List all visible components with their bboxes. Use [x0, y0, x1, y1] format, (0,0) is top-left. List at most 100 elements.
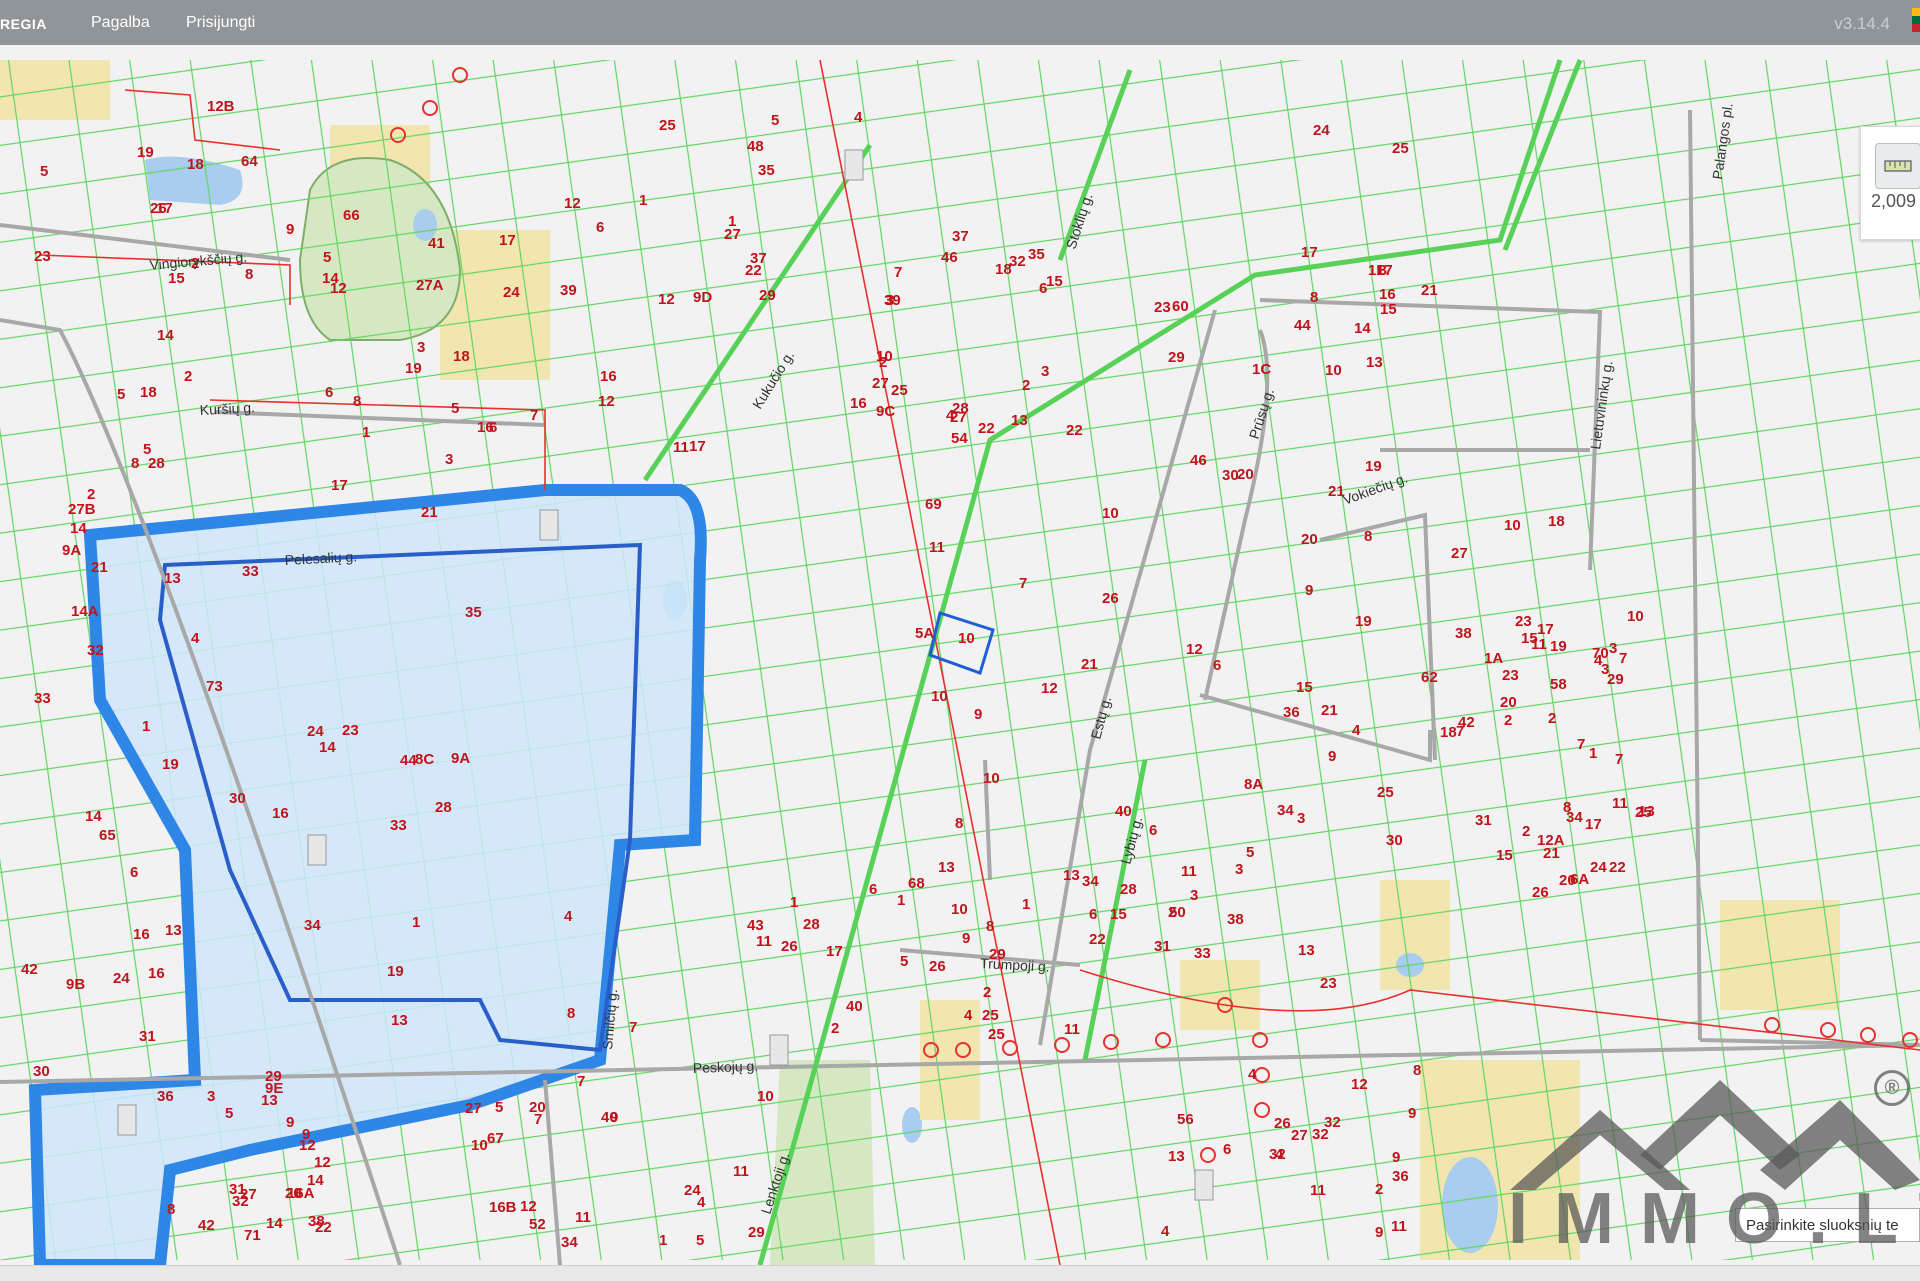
layer-select[interactable]: Pasirinkite sluoksnių te	[1735, 1208, 1920, 1242]
parcel-number: 17	[1301, 244, 1318, 261]
parcel-number: 4	[854, 109, 863, 126]
parcel-number: 11	[929, 539, 945, 556]
parcel-number: 9	[1392, 1149, 1400, 1166]
parcel-number: 21	[91, 559, 108, 576]
ruler-icon[interactable]	[1875, 143, 1920, 189]
parcel-number: 41	[428, 235, 445, 252]
parcel-number: 5	[495, 1099, 503, 1116]
parcel-number: 7	[1615, 751, 1623, 768]
parcel-number: 15	[1046, 273, 1063, 290]
parcel-number: 12	[658, 291, 675, 308]
parcel-number: 7	[1019, 575, 1027, 592]
substation-icon	[307, 834, 327, 866]
app-brand[interactable]: REGIA	[0, 16, 47, 32]
parcel-number: 19	[137, 144, 154, 161]
map-svg[interactable]: 10 14129D9C9A9B9E9102024222630322927B27A…	[0, 45, 1920, 1265]
substation-icon	[117, 1104, 137, 1136]
parcel-number: 58	[1550, 676, 1567, 693]
parcel-number: 5	[117, 386, 125, 403]
parcel-number: 5	[696, 1232, 704, 1249]
parcel-number: 28	[148, 455, 165, 472]
parcel-number: 6	[130, 864, 138, 881]
parcel-number: 30	[229, 790, 246, 807]
parcel-number: 11	[575, 1209, 591, 1226]
parcel-number: 4	[1248, 1066, 1257, 1083]
parcel-number: 22	[1089, 931, 1106, 948]
parcel-number: 9	[286, 1114, 294, 1131]
parcel-number: 23	[1320, 975, 1337, 992]
parcel-number: 7	[577, 1073, 585, 1090]
parcel-number: 7	[1577, 736, 1585, 753]
parcel-number: 26	[150, 200, 167, 217]
parcel-number: 31	[1475, 812, 1492, 829]
parcel-number: 2	[1168, 904, 1176, 921]
parcel-number: 3	[1609, 640, 1617, 657]
parcel-number: 31	[229, 1181, 246, 1198]
parcel-number: 18	[187, 156, 204, 173]
parcel-number: 33	[1194, 945, 1211, 962]
parcel-number: 23	[342, 722, 359, 739]
parcel-number: 48	[747, 138, 764, 155]
parcel-number: 3	[1601, 661, 1609, 678]
parcel-number: 27	[1451, 545, 1468, 562]
parcel-number: 6	[1149, 822, 1157, 839]
parcel-number: 36	[157, 1088, 174, 1105]
parcel-number: 25	[1377, 784, 1394, 801]
flag-stripe	[1912, 16, 1920, 24]
parcel-number: 19	[387, 963, 404, 980]
parcel-number: 34	[1082, 873, 1099, 890]
menu-login[interactable]: Prisijungti	[186, 14, 255, 32]
parcel-number: 69	[925, 496, 942, 513]
parcel-number: 14	[157, 327, 174, 344]
parcel-number: 29	[265, 1068, 282, 1085]
parcel-number: 12	[1186, 641, 1203, 658]
parcel-number: 28	[1120, 881, 1137, 898]
parcel-number: 38	[1227, 911, 1244, 928]
parcel-number: 23	[1515, 613, 1532, 630]
parcel-number: 29	[1168, 349, 1185, 366]
parcel-number: 28	[952, 400, 969, 417]
parcel-number: 46	[941, 249, 958, 266]
parcel-number: 5	[771, 112, 779, 129]
parcel-number: 20	[1559, 872, 1576, 889]
parcel-number: 29	[1607, 671, 1624, 688]
parcel-number: 1B	[1368, 262, 1387, 279]
parcel-number: 3	[1190, 887, 1198, 904]
parcel-number: 28	[803, 916, 820, 933]
map-canvas[interactable]: 10 14 12 9D 9C 9A 9B 9E 9 10 20 24 22 26 30 32 29 27B 27A…	[0, 45, 1920, 1265]
parcel-number: 1	[897, 892, 905, 909]
parcel-number: 29	[759, 287, 776, 304]
parcel-number: 8A	[1244, 776, 1263, 793]
language-flag-icon[interactable]	[1912, 8, 1920, 32]
parcel-number: 4	[946, 407, 955, 424]
parcel-number: 21	[421, 504, 438, 521]
parcel-number: 21	[1081, 656, 1098, 673]
parcel-number: 32	[1324, 1114, 1341, 1131]
parcel-number: 19	[1550, 638, 1567, 655]
parcel-number: 11	[1391, 1218, 1407, 1235]
parcel-number: 26	[1532, 884, 1549, 901]
parcel-number: 6	[596, 219, 604, 236]
parcel-number: 1A	[1484, 650, 1503, 667]
parcel-number: 13	[1638, 803, 1655, 820]
parcel-number: 3	[445, 451, 453, 468]
menu-help[interactable]: Pagalba	[91, 14, 150, 32]
parcel-number: 14	[266, 1215, 283, 1232]
measure-value: 2,009	[1871, 191, 1917, 211]
parcel-number: 2	[1022, 377, 1030, 394]
parcel-number: 13	[1298, 942, 1315, 959]
parcel-number: 8	[131, 455, 139, 472]
parcel-number: 2	[983, 984, 991, 1001]
parcel-number: 15	[1496, 847, 1513, 864]
parcel-number: 4	[964, 1007, 973, 1024]
parcel-number: 1	[659, 1232, 667, 1249]
parcel-number: 11	[1310, 1182, 1326, 1199]
parcel-number: 12	[1041, 680, 1058, 697]
parcel-number: 2	[1504, 712, 1512, 729]
parcel-number: 28	[435, 799, 452, 816]
street-label: Peskojų g.	[693, 1058, 759, 1076]
parcel-number: 15	[168, 270, 185, 287]
parcel-number: 13	[1168, 1148, 1185, 1165]
flag-stripe	[1912, 24, 1920, 32]
parcel-number: 8	[986, 918, 994, 935]
